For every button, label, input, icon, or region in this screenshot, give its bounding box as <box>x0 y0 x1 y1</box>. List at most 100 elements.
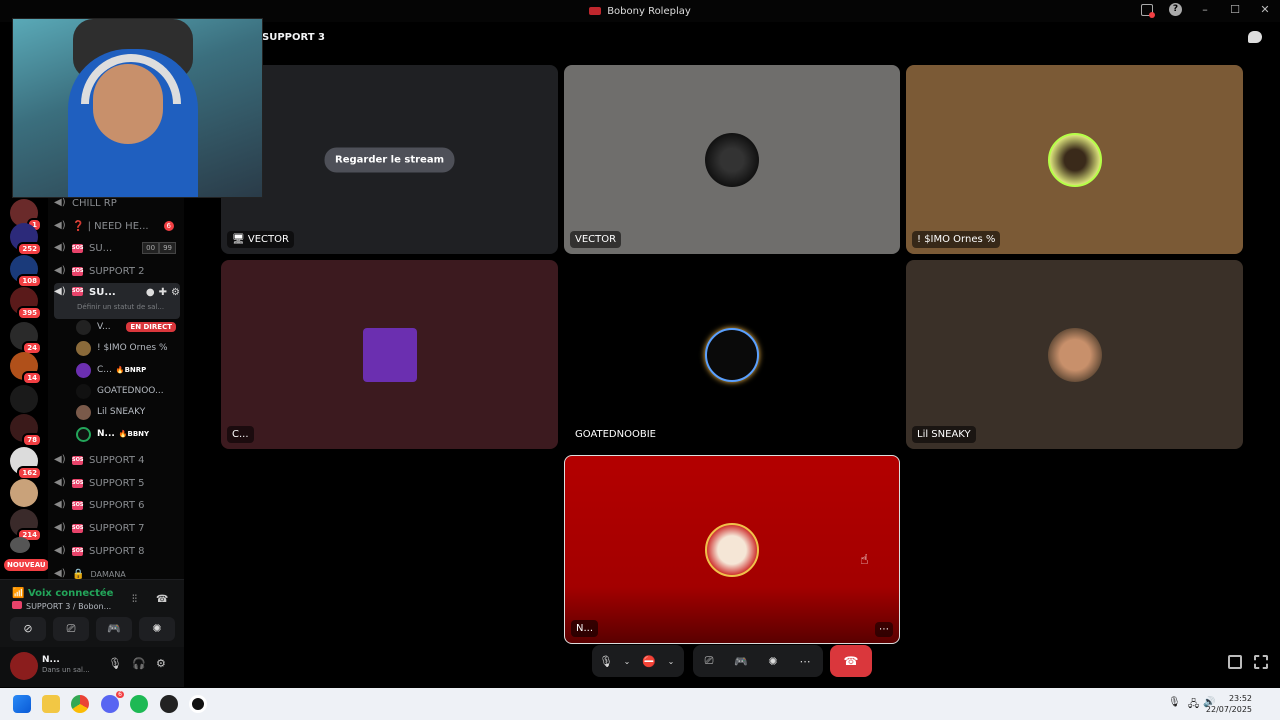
help-icon[interactable]: ? <box>1169 3 1182 16</box>
camera-off-icon[interactable]: ⊘ <box>10 617 46 641</box>
minimize-button[interactable]: – <box>1198 3 1212 16</box>
activities-icon[interactable]: 🎮 <box>96 617 132 641</box>
mic-icon[interactable]: 🎙 <box>592 655 620 668</box>
participant-tile[interactable]: ! $IMO Ornes % <box>906 65 1243 254</box>
server-icon[interactable]: 162 <box>10 447 42 480</box>
voice-user[interactable]: GOATEDNOO... <box>76 381 180 401</box>
channel-need-help[interactable]: ◀) ❓ | NEED HE... 6 <box>54 216 180 236</box>
hangup-button[interactable]: ☎ <box>830 645 872 677</box>
popout-icon[interactable] <box>1228 655 1242 669</box>
add-user-icon[interactable]: ✚ <box>159 287 167 298</box>
server-icon[interactable] <box>10 385 38 413</box>
voice-user[interactable]: V... EN DIRECT <box>76 317 180 337</box>
server-icon[interactable]: 78 <box>10 414 42 447</box>
sos-icon: SOS <box>72 546 84 556</box>
channel-support-3[interactable]: ◀) SOS SU... ● ✚ ⚙ Définir un statut de sal... <box>54 283 180 319</box>
participant-tile[interactable]: Lil SNEAKY <box>906 260 1243 449</box>
disconnect-icon[interactable]: ☎ <box>156 594 168 605</box>
channel-support-8[interactable]: ◀) SOS SUPPORT 8 <box>54 541 180 561</box>
time: 23:52 <box>1228 694 1252 703</box>
discord-icon[interactable]: 6 <box>101 691 124 713</box>
server-icon[interactable] <box>10 479 38 507</box>
chrome-icon[interactable] <box>71 695 89 713</box>
spotify-icon[interactable] <box>130 695 148 713</box>
server-icon[interactable]: 108 <box>10 255 42 288</box>
sos-icon: SOS <box>72 266 84 276</box>
clock[interactable]: 23:52 22/07/2025 <box>1206 693 1252 715</box>
activities-icon[interactable]: 🎮 <box>725 655 757 668</box>
channel-chill-rp[interactable]: ◀) CHILL RP <box>54 197 180 213</box>
participant-tile[interactable]: VECTOR <box>564 65 900 254</box>
chevron-down-icon[interactable]: ⌄ <box>620 657 634 666</box>
participant-tile[interactable]: C... <box>221 260 558 449</box>
voice-user[interactable]: N... 🔥BBNY <box>76 424 180 444</box>
windows-start-icon[interactable] <box>13 695 31 713</box>
participant-tile-self[interactable]: N... ⋯ <box>564 455 900 644</box>
fullscreen-icon[interactable] <box>1254 655 1268 669</box>
voice-user[interactable]: Lil SNEAKY <box>76 402 180 422</box>
voice-user[interactable]: C... 🔥BNRP <box>76 360 180 380</box>
speaker-icon: ◀) <box>54 477 66 488</box>
server-icon[interactable] <box>10 537 30 553</box>
more-icon[interactable]: ⋯ <box>875 622 893 637</box>
voice-status[interactable]: 📶 Voix connectée <box>12 588 113 599</box>
taskbar: 6 🎙 🖧 🔊 23:52 22/07/2025 <box>0 688 1280 720</box>
channel-label: SUPPORT 8 <box>89 545 145 557</box>
screen-share-icon[interactable]: ⎚ <box>53 617 89 641</box>
more-icon[interactable]: ⋯ <box>789 655 821 668</box>
participant-name: VECTOR <box>570 231 622 248</box>
actions-group: ⎚ 🎮 ✺ ⋯ <box>693 645 823 677</box>
obs-icon[interactable] <box>160 695 178 713</box>
voice-user[interactable]: ! $IMO Ornes % <box>76 338 180 358</box>
channel-support-5[interactable]: ◀) SOS SUPPORT 5 <box>54 473 180 493</box>
server-icon[interactable]: 395 <box>10 287 42 320</box>
speaker-icon: ◀) <box>54 545 66 556</box>
chevron-down-icon[interactable]: ⌄ <box>664 657 678 666</box>
server-icon[interactable]: 24 <box>10 322 42 355</box>
participant-tile[interactable]: GOATEDNOOBIE <box>564 260 900 449</box>
user-name[interactable]: N... <box>42 655 60 665</box>
gear-icon[interactable]: ⚙ <box>156 657 166 670</box>
camera-off-icon[interactable]: ⛔ <box>634 655 664 668</box>
tag-label: BNRP <box>124 366 147 374</box>
tag-label: BBNY <box>127 430 150 438</box>
gear-icon[interactable]: ⚙ <box>171 287 180 298</box>
channel-damana[interactable]: ◀) 🔒 DAMANA <box>54 564 180 580</box>
speaker-icon: ◀) <box>54 197 66 208</box>
live-badge: EN DIRECT <box>126 322 176 332</box>
voice-channel-label: SUPPORT 3 / Bobon... <box>26 602 112 611</box>
voice-channel-link[interactable]: SUPPORT 3 / Bobon... <box>12 601 111 611</box>
noise-suppression-icon[interactable]: ⫶⫶ <box>132 594 137 605</box>
app-icon[interactable] <box>189 695 207 713</box>
network-icon[interactable]: 🖧 <box>1188 697 1199 714</box>
server-icon[interactable]: 14 <box>10 352 42 385</box>
chat-icon[interactable]: ● <box>146 287 155 298</box>
chat-icon[interactable] <box>1248 31 1262 43</box>
server-icon[interactable]: 252 <box>10 223 42 256</box>
mic-icon[interactable]: 🎙 <box>1168 697 1181 708</box>
avatar <box>1047 132 1102 187</box>
avatar <box>76 340 91 356</box>
participant-tile[interactable]: Regarder le stream 🖥 VECTOR <box>221 65 558 254</box>
channel-support-6[interactable]: ◀) SOS SUPPORT 6 <box>54 495 180 515</box>
screen-share-icon[interactable]: ⎚ <box>693 654 725 668</box>
channel-support-2[interactable]: ◀) SOS SUPPORT 2 <box>54 261 180 281</box>
avatar[interactable] <box>10 652 38 680</box>
close-button[interactable]: ✕ <box>1258 3 1272 16</box>
channel-support-1[interactable]: ◀) SOS SU... 00 99 <box>54 238 180 258</box>
watch-stream-button[interactable]: Regarder le stream <box>324 147 455 172</box>
channel-support-7[interactable]: ◀) SOS SUPPORT 7 <box>54 518 180 538</box>
inbox-icon[interactable] <box>1141 3 1155 18</box>
channel-label: SUPPORT 2 <box>89 265 145 277</box>
channel-support-4[interactable]: ◀) SOS SUPPORT 4 <box>54 450 180 470</box>
maximize-button[interactable]: ☐ <box>1228 3 1242 16</box>
soundboard-icon[interactable]: ✺ <box>139 617 175 641</box>
server-icon[interactable]: 214 <box>10 509 42 542</box>
headphones-icon[interactable]: 🎧 <box>132 657 146 670</box>
mic-icon[interactable]: 🎙 <box>108 657 122 670</box>
file-explorer-icon[interactable] <box>42 695 60 713</box>
speaker-icon: ◀) <box>54 454 66 465</box>
avatar <box>76 404 91 420</box>
channel-status[interactable]: Définir un statut de sal... <box>77 303 164 311</box>
soundboard-icon[interactable]: ✺ <box>757 655 789 668</box>
